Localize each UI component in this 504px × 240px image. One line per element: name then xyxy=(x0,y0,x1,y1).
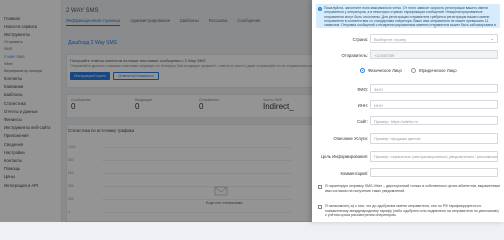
radio-legal[interactable] xyxy=(410,68,416,73)
info-icon: i xyxy=(318,6,322,11)
comment-row: Комментарий: xyxy=(312,168,504,178)
description-row: Описание Услуги: Пример: продажа цветов xyxy=(312,133,504,144)
sender-row: Отправитель: +12345789 xyxy=(312,50,504,60)
comment-label: Комментарий: xyxy=(340,170,368,176)
description-label: Описание Услуги: xyxy=(333,135,368,141)
tariff-checkbox[interactable] xyxy=(318,204,322,209)
goal-textarea[interactable]: Пример: сервисные (авторизационные) увед… xyxy=(370,151,498,162)
country-select-value: Выберите страну xyxy=(374,36,407,42)
sender-label: Отправитель: xyxy=(341,52,368,58)
goal-label: Цель Информирования: xyxy=(321,153,368,159)
inn-row: ИНН: ИНН xyxy=(312,100,504,110)
consent-checkbox[interactable] xyxy=(318,184,322,189)
notice-text: Пожалуйста, заполните поля максимально ч… xyxy=(324,6,496,28)
inn-field[interactable]: ИНН xyxy=(370,100,498,109)
country-row: Страна: Выберите страну ⌄ xyxy=(312,34,504,44)
goal-row: Цель Информирования: Пример: сервисные (… xyxy=(312,151,504,162)
radio-legal-label[interactable]: Юридическое Лицо xyxy=(419,68,457,73)
chevron-down-icon: ⌄ xyxy=(490,36,494,42)
tariff-text: Я ознакомлен(-а) с тем, что до одобрения… xyxy=(325,204,499,218)
consent-text: Я гарантирую отправку SMS-Viber – двусто… xyxy=(325,184,500,193)
sender-registration-drawer: i Пожалуйста, заполните поля максимально… xyxy=(312,0,504,222)
radio-physical[interactable] xyxy=(360,68,365,73)
fio-label: ФИО: xyxy=(357,86,368,92)
fio-row: ФИО: ФИО xyxy=(312,84,504,94)
country-select[interactable]: Выберите страну ⌄ xyxy=(370,34,498,43)
inn-label: ИНН: xyxy=(357,102,368,108)
radio-physical-label[interactable]: Физическое Лицо xyxy=(368,68,402,73)
fio-field[interactable]: ФИО xyxy=(370,84,498,93)
comment-field[interactable] xyxy=(370,168,498,177)
consent-checkbox-row: Я гарантирую отправку SMS-Viber – двусто… xyxy=(318,184,500,193)
description-textarea[interactable]: Пример: продажа цветов xyxy=(370,133,498,144)
info-notice: i Пожалуйста, заполните поля максимально… xyxy=(316,4,500,28)
site-label: Сайт: xyxy=(357,118,368,124)
site-field[interactable]: Пример: https://sitefor.ru xyxy=(370,116,498,125)
sender-field[interactable]: +12345789 xyxy=(370,50,498,59)
entity-type-radio-group: Физическое Лицо Юридическое Лицо xyxy=(360,68,463,73)
site-row: Сайт: Пример: https://sitefor.ru xyxy=(312,116,504,126)
country-label: Страна: xyxy=(352,36,368,42)
tariff-checkbox-row: Я ознакомлен(-а) с тем, что до одобрения… xyxy=(318,204,500,218)
